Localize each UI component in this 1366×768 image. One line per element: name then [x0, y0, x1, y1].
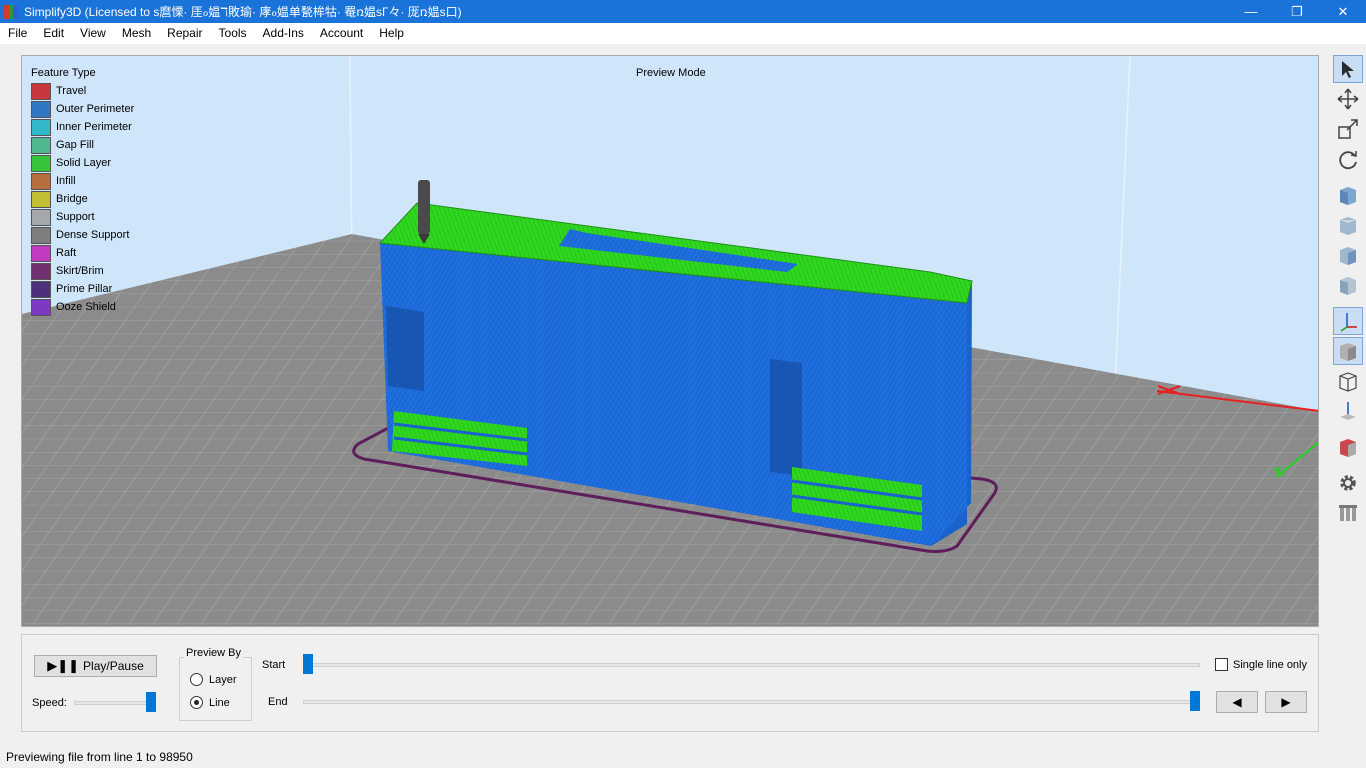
start-slider-track[interactable] — [303, 663, 1200, 667]
menu-add-ins[interactable]: Add-Ins — [255, 23, 312, 44]
preview-by-group — [179, 657, 252, 721]
play-pause-button[interactable]: ▶❚❚ Play/Pause — [34, 655, 157, 677]
move-icon[interactable] — [1333, 85, 1363, 113]
minimize-button[interactable]: — — [1228, 0, 1274, 23]
legend-swatch — [31, 172, 51, 190]
legend-item: Support — [31, 208, 134, 226]
title-bar: Simplify3D (Licensed to s麿慄· 厓ℴ媪ℸ敗瑜· 庨ℴ媪… — [0, 0, 1366, 23]
menu-account[interactable]: Account — [312, 23, 371, 44]
normals-icon[interactable] — [1333, 397, 1363, 425]
legend-swatch — [31, 298, 51, 316]
menu-edit[interactable]: Edit — [35, 23, 72, 44]
solid-view-icon[interactable] — [1333, 337, 1363, 365]
scale-icon[interactable] — [1333, 115, 1363, 143]
select-arrow-icon[interactable] — [1333, 55, 1363, 83]
legend-swatch — [31, 226, 51, 244]
preview-by-label: Preview By — [184, 647, 244, 659]
nozzle-icon — [418, 180, 430, 244]
axes-icon[interactable] — [1333, 307, 1363, 335]
legend-label: Infill — [56, 175, 76, 187]
start-label: Start — [262, 659, 286, 671]
menu-repair[interactable]: Repair — [159, 23, 210, 44]
legend-label: Gap Fill — [56, 139, 94, 151]
legend-swatch — [31, 190, 51, 208]
view-front-icon[interactable] — [1333, 211, 1363, 239]
legend-item: Gap Fill — [31, 136, 134, 154]
next-step-button[interactable]: ▶ — [1265, 691, 1307, 713]
settings-gear-icon[interactable] — [1333, 469, 1363, 497]
play-pause-icon: ▶❚❚ — [47, 658, 80, 673]
view-top-icon[interactable] — [1333, 241, 1363, 269]
view-iso-icon[interactable] — [1333, 181, 1363, 209]
simplify3d-logo-icon — [4, 4, 19, 19]
legend-swatch — [31, 154, 51, 172]
menu-bar: File Edit View Mesh Repair Tools Add-Ins… — [0, 23, 1366, 44]
view-side-icon[interactable] — [1333, 271, 1363, 299]
legend-label: Raft — [56, 247, 77, 259]
legend-swatch — [31, 118, 51, 136]
legend-label: Inner Perimeter — [56, 121, 132, 133]
menu-view[interactable]: View — [72, 23, 114, 44]
legend-item: Prime Pillar — [31, 280, 134, 298]
preview-controls-panel: ▶❚❚ Play/Pause Speed: Preview By Layer L… — [21, 634, 1319, 732]
legend-label: Skirt/Brim — [56, 265, 104, 277]
close-button[interactable]: ✕ — [1320, 0, 1366, 23]
legend-label: Ooze Shield — [56, 301, 116, 313]
menu-help[interactable]: Help — [371, 23, 412, 44]
menu-file[interactable]: File — [0, 23, 35, 44]
legend-item: Skirt/Brim — [31, 262, 134, 280]
preview-by-line-radio[interactable]: Line — [190, 696, 230, 709]
scene-canvas[interactable] — [22, 56, 1319, 627]
speed-slider-track[interactable] — [74, 701, 156, 705]
legend-swatch — [31, 136, 51, 154]
legend-swatch — [31, 208, 51, 226]
play-pause-label: Play/Pause — [83, 659, 144, 673]
legend-label: Bridge — [56, 193, 88, 205]
cross-section-icon[interactable] — [1333, 433, 1363, 461]
end-slider-thumb[interactable] — [1190, 691, 1200, 711]
legend-item: Travel — [31, 82, 134, 100]
legend-label: Outer Perimeter — [56, 103, 135, 115]
legend-swatch — [31, 262, 51, 280]
legend-swatch — [31, 244, 51, 262]
legend-label: Prime Pillar — [56, 283, 113, 295]
preview-mode-label: Preview Mode — [636, 67, 706, 79]
speed-slider-thumb[interactable] — [146, 692, 156, 712]
legend-item: Solid Layer — [31, 154, 134, 172]
menu-tools[interactable]: Tools — [211, 23, 255, 44]
legend-label: Travel — [56, 85, 87, 97]
right-toolbar — [1330, 44, 1366, 744]
legend-swatch — [31, 100, 51, 118]
status-bar-text: Previewing file from line 1 to 98950 — [6, 750, 193, 764]
start-slider-thumb[interactable] — [303, 654, 313, 674]
legend-title: Feature Type — [31, 67, 96, 79]
single-line-only-checkbox[interactable]: Single line only — [1215, 658, 1307, 671]
feature-type-legend: Feature Type Travel Outer Perimeter Inner … — [31, 67, 134, 316]
legend-item: Ooze Shield — [31, 298, 134, 316]
end-slider-track[interactable] — [303, 700, 1200, 704]
legend-item: Infill — [31, 172, 134, 190]
window-title: Simplify3D (Licensed to s麿慄· 厓ℴ媪ℸ敗瑜· 庨ℴ媪… — [24, 5, 462, 19]
legend-item: Raft — [31, 244, 134, 262]
wireframe-view-icon[interactable] — [1333, 367, 1363, 395]
legend-swatch — [31, 82, 51, 100]
legend-item: Bridge — [31, 190, 134, 208]
legend-label: Solid Layer — [56, 157, 112, 169]
speed-label: Speed: — [32, 697, 67, 709]
legend-item: Outer Perimeter — [31, 100, 134, 118]
legend-item: Inner Perimeter — [31, 118, 134, 136]
maximize-button[interactable]: ❐ — [1274, 0, 1320, 23]
legend-label: Support — [56, 211, 95, 223]
menu-mesh[interactable]: Mesh — [114, 23, 159, 44]
preview-viewport[interactable]: Feature Type Travel Outer Perimeter Inner … — [21, 55, 1319, 627]
preview-by-layer-radio[interactable]: Layer — [190, 673, 237, 686]
rotate-icon[interactable] — [1333, 145, 1363, 173]
legend-swatch — [31, 280, 51, 298]
legend-label: Dense Support — [56, 229, 130, 241]
legend-item: Dense Support — [31, 226, 134, 244]
previous-step-button[interactable]: ◀ — [1216, 691, 1258, 713]
supports-icon[interactable] — [1333, 499, 1363, 527]
end-label: End — [268, 696, 288, 708]
